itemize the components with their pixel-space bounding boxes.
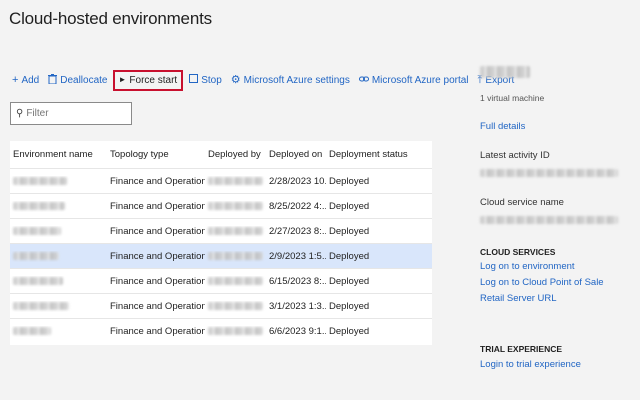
status-cell: Deployed <box>329 325 370 337</box>
status-cell: Deployed <box>329 300 370 312</box>
table-row[interactable]: Finance and Operations... 8/25/2022 4:..… <box>10 193 432 218</box>
azure-portal-button[interactable]: Microsoft Azure portal <box>358 74 469 86</box>
gear-icon: ⚙ <box>230 73 241 86</box>
topology-cell: Finance and Operations... <box>110 325 205 337</box>
retail-server-url-link[interactable]: Retail Server URL <box>480 293 630 304</box>
environment-title-redacted <box>480 66 630 78</box>
environment-name-cell[interactable] <box>10 201 107 212</box>
table-row[interactable]: Finance and Operations... 2/28/2023 10..… <box>10 168 432 193</box>
column-header-deployment-status[interactable]: Deployment status <box>326 149 426 160</box>
environments-grid: Environment name Topology type Deployed … <box>10 141 432 345</box>
table-row[interactable]: Finance and Operations... 6/15/2023 8:..… <box>10 268 432 293</box>
table-row[interactable]: Finance and Operations... 6/6/2023 9:1..… <box>10 318 432 343</box>
environment-name-cell[interactable] <box>10 301 107 312</box>
trial-experience-heading: TRIAL EXPERIENCE <box>480 344 563 354</box>
cloud-service-label: Cloud service name <box>480 197 564 208</box>
deployed-on-cell: 2/27/2023 8:... <box>269 225 326 237</box>
topology-cell: Finance and Operations... <box>110 175 205 187</box>
plus-icon: + <box>12 73 19 86</box>
azure-settings-label: Microsoft Azure settings <box>243 74 350 86</box>
deployed-by-cell <box>205 301 266 312</box>
cloud-services-heading: CLOUD SERVICES <box>480 247 556 257</box>
add-button[interactable]: + Add <box>12 73 40 86</box>
deployed-on-cell: 6/15/2023 8:... <box>269 275 326 287</box>
deployed-on-cell: 3/1/2023 1:3... <box>269 300 326 312</box>
deployed-on-cell: 6/6/2023 9:1... <box>269 325 326 337</box>
stop-button[interactable]: Stop <box>189 74 222 86</box>
details-pane: 1 virtual machine Full details Latest ac… <box>480 66 630 370</box>
topology-cell: Finance and Operations... <box>110 250 205 262</box>
status-cell: Deployed <box>329 225 370 237</box>
table-row-selected[interactable]: Finance and Operations... 2/9/2023 1:5..… <box>10 243 432 268</box>
topology-cell: Finance and Operations... <box>110 275 205 287</box>
environment-name-cell[interactable] <box>10 226 107 237</box>
status-cell: Deployed <box>329 200 370 212</box>
command-bar: + Add Deallocate ► Force start Stop ⚙ Mi… <box>12 69 523 91</box>
grid-header: Environment name Topology type Deployed … <box>10 141 432 168</box>
topology-cell: Finance and Operations... <box>110 200 205 212</box>
column-header-deployed-by[interactable]: Deployed by <box>205 149 266 160</box>
page-title: Cloud-hosted environments <box>9 9 212 28</box>
stop-label: Stop <box>201 74 222 86</box>
deployed-by-cell <box>205 226 266 237</box>
cloud-service-value <box>480 214 630 224</box>
search-icon: ⚲ <box>16 108 24 119</box>
log-on-pos-link[interactable]: Log on to Cloud Point of Sale <box>480 277 630 288</box>
full-details-link[interactable]: Full details <box>480 121 630 132</box>
deallocate-button[interactable]: Deallocate <box>48 73 108 87</box>
status-cell: Deployed <box>329 175 370 187</box>
deployed-by-cell <box>205 276 266 287</box>
log-on-environment-link[interactable]: Log on to environment <box>480 261 630 272</box>
topology-cell: Finance and Operations... <box>110 300 205 312</box>
deployed-on-cell: 2/9/2023 1:5... <box>269 250 326 262</box>
latest-activity-label: Latest activity ID <box>480 150 550 161</box>
deployed-by-cell <box>205 176 266 187</box>
force-start-button[interactable]: ► Force start <box>112 69 184 91</box>
column-header-topology-type[interactable]: Topology type <box>107 149 205 160</box>
filter-input[interactable] <box>26 108 127 119</box>
deployed-by-cell <box>205 201 266 212</box>
filter-box[interactable]: ⚲ <box>10 102 132 125</box>
deployed-on-cell: 2/28/2023 10... <box>269 175 326 187</box>
azure-portal-label: Microsoft Azure portal <box>371 74 469 86</box>
stop-icon <box>189 74 199 86</box>
status-cell: Deployed <box>329 250 370 262</box>
environment-name-cell[interactable] <box>10 176 107 187</box>
topology-cell: Finance and Operations... <box>110 225 205 237</box>
environment-name-cell[interactable] <box>10 326 107 337</box>
trash-icon <box>48 73 58 87</box>
deployed-by-cell <box>205 251 266 262</box>
environment-name-cell[interactable] <box>10 251 107 262</box>
latest-activity-value <box>480 167 630 177</box>
table-row[interactable]: Finance and Operations... 2/27/2023 8:..… <box>10 218 432 243</box>
trial-login-link[interactable]: Login to trial experience <box>480 359 630 370</box>
force-start-label: Force start <box>129 74 178 86</box>
column-header-environment-name[interactable]: Environment name <box>10 149 107 160</box>
deallocate-label: Deallocate <box>60 74 108 86</box>
table-row[interactable]: Finance and Operations... 3/1/2023 1:3..… <box>10 293 432 318</box>
play-icon: ► <box>118 75 127 84</box>
azure-settings-button[interactable]: ⚙ Microsoft Azure settings <box>230 73 350 86</box>
vm-count: 1 virtual machine <box>480 93 545 103</box>
environment-name-cell[interactable] <box>10 276 107 287</box>
deployed-on-cell: 8/25/2022 4:... <box>269 200 326 212</box>
link-icon <box>358 75 369 86</box>
deployed-by-cell <box>205 326 266 337</box>
column-header-deployed-on[interactable]: Deployed on <box>266 149 326 160</box>
add-label: Add <box>21 74 40 86</box>
status-cell: Deployed <box>329 275 370 287</box>
